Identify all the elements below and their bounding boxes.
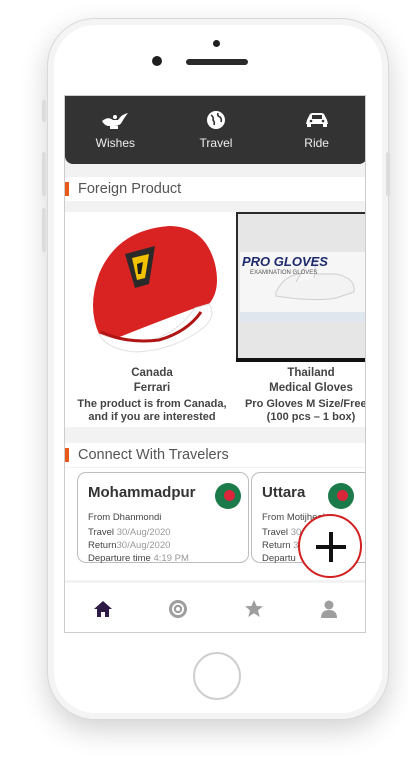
side-button	[42, 208, 46, 252]
bottom-nav-home[interactable]	[88, 594, 118, 624]
nav-wishes-label: Wishes	[95, 136, 135, 150]
nav-ride[interactable]: Ride	[277, 96, 357, 150]
gloves-subtitle-text: EXAMINATION GLOVES	[250, 270, 318, 276]
product-image-cap	[77, 212, 227, 362]
add-button[interactable]	[298, 514, 362, 578]
product-description: Pro Gloves M Size/Free S (100 pcs – 1 bo…	[236, 398, 366, 424]
user-icon	[321, 600, 338, 618]
star-icon	[244, 599, 263, 617]
product-card[interactable]: Canada Ferrari The product is from Canad…	[77, 212, 227, 427]
traveler-card[interactable]: Mohammadpur From Dhanmondi Travel 30/Aug…	[77, 472, 249, 564]
car-icon	[305, 113, 328, 127]
bottom-nav	[65, 583, 365, 632]
connect-header: Connect With Travelers	[65, 443, 365, 467]
top-nav: Wishes Travel Ride	[65, 96, 365, 164]
from-value: Dhanmondi	[112, 512, 162, 523]
traveler-return: Return30/Aug/2020	[88, 540, 170, 551]
connect-title: Connect With Travelers	[78, 447, 229, 463]
nav-travel-label: Travel	[199, 136, 233, 150]
product-description: The product is from Canada, and if you a…	[77, 398, 227, 424]
accent-bar	[65, 182, 69, 196]
gloves-brand-text: PRO GLOVES	[242, 254, 328, 269]
travel-label: Travel	[262, 527, 289, 538]
front-sensor	[213, 40, 220, 47]
side-button	[42, 152, 46, 196]
return-value: 30/Aug/2020	[116, 540, 171, 551]
nav-travel[interactable]: Travel	[176, 96, 256, 150]
bangladesh-flag-icon	[328, 483, 354, 509]
product-country: Canada	[131, 367, 173, 379]
product-description-line: Pro Gloves M Size/Free S	[244, 398, 366, 410]
bottom-nav-favorites[interactable]	[239, 594, 269, 624]
travel-value: 30/Aug/2020	[116, 527, 171, 538]
product-description-line: and if you are interested	[88, 411, 216, 423]
return-label: Return	[88, 540, 117, 551]
bottom-nav-explore[interactable]	[163, 594, 193, 624]
side-button	[42, 100, 46, 122]
traveler-departure: Departure time 4:19 PM	[88, 553, 189, 564]
product-image-gloves: PRO GLOVES EXAMINATION GLOVES	[236, 212, 365, 362]
nav-wishes[interactable]: Wishes	[75, 96, 155, 150]
product-name: Ferrari	[133, 382, 171, 394]
home-hardware-button[interactable]	[193, 652, 241, 700]
product-description-line: (100 pcs – 1 box)	[266, 411, 356, 423]
departure-label: Departu	[262, 553, 296, 564]
bottom-nav-profile[interactable]	[314, 594, 344, 624]
traveler-departure: Departu	[262, 553, 296, 564]
camera-dot	[152, 56, 162, 66]
departure-label: Departure time	[88, 553, 151, 564]
speaker-grille	[186, 59, 248, 65]
traveler-area: Uttara	[262, 484, 306, 501]
from-label: From	[88, 512, 111, 523]
target-icon	[169, 599, 188, 618]
bangladesh-flag-icon	[215, 483, 241, 509]
return-label: Return	[262, 540, 291, 551]
traveler-area: Mohammadpur	[88, 484, 196, 501]
traveler-travel: Travel 30	[262, 527, 301, 538]
traveler-from: From Dhanmondi	[88, 512, 161, 523]
nav-ride-label: Ride	[304, 136, 329, 150]
globe-icon	[206, 111, 225, 129]
product-description-line: The product is from Canada,	[77, 398, 227, 410]
foreign-product-title: Foreign Product	[78, 181, 182, 197]
product-name: Medical Gloves	[269, 382, 353, 394]
departure-value: 4:19 PM	[153, 553, 189, 564]
foreign-product-header: Foreign Product	[65, 177, 365, 201]
product-carousel[interactable]: Canada Ferrari The product is from Canad…	[65, 212, 366, 427]
traveler-travel: Travel 30/Aug/2020	[88, 527, 171, 538]
accent-bar	[65, 448, 69, 462]
product-card[interactable]: PRO GLOVES EXAMINATION GLOVES Thailand M…	[236, 212, 366, 427]
side-button	[386, 152, 390, 196]
from-label: From	[262, 512, 285, 523]
travel-label: Travel	[88, 527, 115, 538]
product-country: Thailand	[287, 367, 335, 379]
genie-lamp-icon	[102, 113, 129, 129]
home-icon	[93, 600, 112, 617]
